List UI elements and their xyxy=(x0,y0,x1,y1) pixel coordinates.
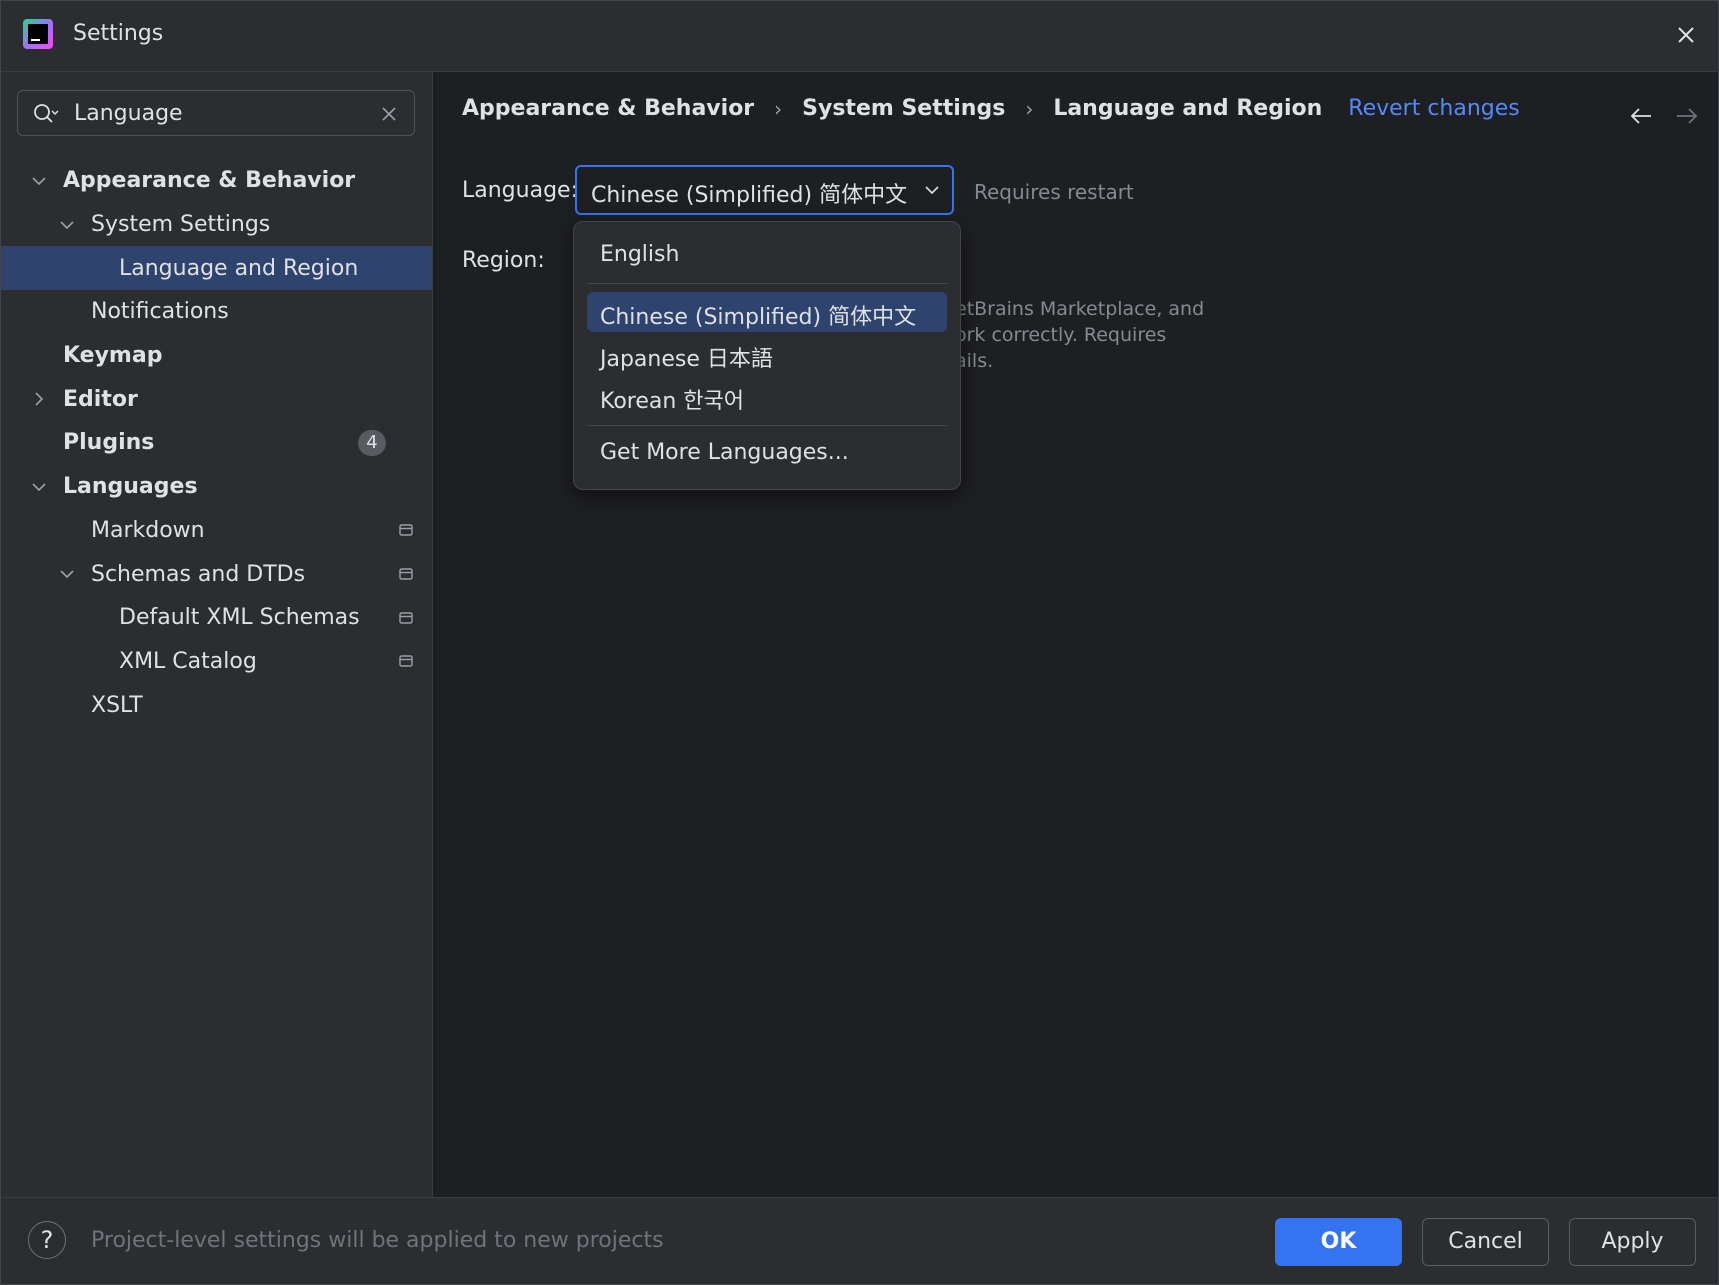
language-option-chinese-simplified[interactable]: Chinese (Simplified) 简体中文 xyxy=(587,292,947,332)
settings-sidebar: Appearance & Behavior System Settings Lang… xyxy=(1,72,433,1197)
language-label: Language: xyxy=(462,178,578,203)
get-more-languages-option[interactable]: Get More Languages... xyxy=(587,433,947,473)
ok-button[interactable]: OK xyxy=(1275,1218,1402,1266)
language-option-japanese[interactable]: Japanese 日本語 xyxy=(587,334,947,374)
chevron-down-icon[interactable] xyxy=(31,479,47,495)
tree-item-keymap[interactable]: Keymap xyxy=(1,334,432,378)
tree-item-plugins[interactable]: Plugins 4 xyxy=(1,421,432,465)
tree-item-label: Plugins xyxy=(63,430,155,456)
language-option-korean[interactable]: Korean 한국어 xyxy=(587,376,947,416)
tree-item-label: System Settings xyxy=(91,212,271,238)
breadcrumb-separator: › xyxy=(774,96,783,121)
option-label: Get More Languages... xyxy=(600,440,849,465)
settings-search-box[interactable] xyxy=(17,90,415,136)
plugin-updates-badge: 4 xyxy=(358,429,386,456)
breadcrumb-system-settings[interactable]: System Settings xyxy=(802,96,1005,121)
close-icon[interactable] xyxy=(1672,21,1700,49)
tree-item-label: Languages xyxy=(63,474,198,500)
tree-item-xslt[interactable]: XSLT xyxy=(1,683,432,727)
breadcrumb-appearance-behavior[interactable]: Appearance & Behavior xyxy=(462,96,754,121)
tree-item-label: XSLT xyxy=(91,692,143,718)
requires-restart-hint: Requires restart xyxy=(974,180,1134,204)
language-combobox-value: Chinese (Simplified) 简体中文 xyxy=(591,183,908,208)
datagrip-app-icon xyxy=(23,19,53,49)
revert-changes-link[interactable]: Revert changes xyxy=(1348,96,1519,121)
project-level-note: Project-level settings will be applied t… xyxy=(91,1228,664,1253)
tree-item-system-settings[interactable]: System Settings xyxy=(1,203,432,247)
tree-item-editor[interactable]: Editor xyxy=(1,377,432,421)
tree-item-label: Language and Region xyxy=(119,255,359,281)
back-arrow-icon[interactable] xyxy=(1629,106,1653,126)
dialog-footer: ? Project-level settings will be applied… xyxy=(1,1197,1718,1284)
tree-item-xml-catalog[interactable]: XML Catalog xyxy=(1,640,432,684)
help-button[interactable]: ? xyxy=(28,1221,66,1259)
description-line: ork correctly. Requires xyxy=(955,324,1167,346)
cancel-button[interactable]: Cancel xyxy=(1422,1218,1549,1266)
tree-item-default-xml-schemas[interactable]: Default XML Schemas xyxy=(1,596,432,640)
tree-item-label: Appearance & Behavior xyxy=(63,168,356,194)
chevron-right-icon[interactable] xyxy=(31,391,47,407)
breadcrumb-language-region: Language and Region xyxy=(1053,96,1323,121)
tree-item-language-and-region[interactable]: Language and Region xyxy=(1,246,432,291)
dropdown-separator xyxy=(587,283,947,284)
region-label: Region: xyxy=(462,248,545,273)
clear-search-icon[interactable] xyxy=(380,105,398,123)
settings-tree: Appearance & Behavior System Settings Lang… xyxy=(1,159,432,727)
option-label: Japanese 日本語 xyxy=(600,347,773,372)
language-dropdown-popup: English Chinese (Simplified) 简体中文 Japane… xyxy=(573,221,961,490)
breadcrumb: Appearance & Behavior › System Settings … xyxy=(462,96,1520,121)
tree-item-label: Editor xyxy=(63,386,138,412)
tree-item-markdown[interactable]: Markdown xyxy=(1,509,432,553)
forward-arrow-icon[interactable] xyxy=(1675,106,1699,126)
project-level-icon xyxy=(399,524,413,537)
chevron-down-icon xyxy=(925,186,939,195)
tree-item-languages[interactable]: Languages xyxy=(1,465,432,509)
window-title: Settings xyxy=(73,21,164,46)
tree-item-appearance-behavior[interactable]: Appearance & Behavior xyxy=(1,159,432,203)
language-combobox[interactable]: Chinese (Simplified) 简体中文 xyxy=(575,165,954,215)
title-bar: Settings xyxy=(1,1,1718,72)
apply-button[interactable]: Apply xyxy=(1569,1218,1696,1266)
chevron-down-icon[interactable] xyxy=(59,217,75,233)
option-label: English xyxy=(600,242,680,267)
tree-item-label: Keymap xyxy=(63,343,163,369)
chevron-down-icon[interactable] xyxy=(59,566,75,582)
tree-item-label: Notifications xyxy=(91,299,229,325)
search-icon xyxy=(34,104,59,123)
tree-item-label: Markdown xyxy=(91,517,205,543)
tree-item-notifications[interactable]: Notifications xyxy=(1,290,432,334)
settings-search-input[interactable] xyxy=(74,97,364,129)
dropdown-separator xyxy=(587,425,947,426)
language-option-english[interactable]: English xyxy=(587,235,947,275)
tree-item-label: Default XML Schemas xyxy=(119,605,360,631)
tree-item-schemas-and-dtds[interactable]: Schemas and DTDs xyxy=(1,552,432,596)
project-level-icon xyxy=(399,612,413,624)
breadcrumb-separator: › xyxy=(1025,96,1034,121)
description-line: ails. xyxy=(955,350,994,372)
project-level-icon xyxy=(399,655,413,668)
chevron-down-icon[interactable] xyxy=(31,173,47,189)
tree-item-label: XML Catalog xyxy=(119,648,257,674)
tree-item-label: Schemas and DTDs xyxy=(91,561,306,587)
option-label: Chinese (Simplified) 简体中文 xyxy=(600,305,917,330)
description-line: etBrains Marketplace, and xyxy=(955,298,1205,320)
language-description: etBrains Marketplace, and ork correctly.… xyxy=(955,296,1204,374)
settings-window: Settings Appearance & Behavior System Set… xyxy=(0,0,1719,1285)
project-level-icon xyxy=(399,568,413,580)
option-label: Korean 한국어 xyxy=(600,389,745,414)
